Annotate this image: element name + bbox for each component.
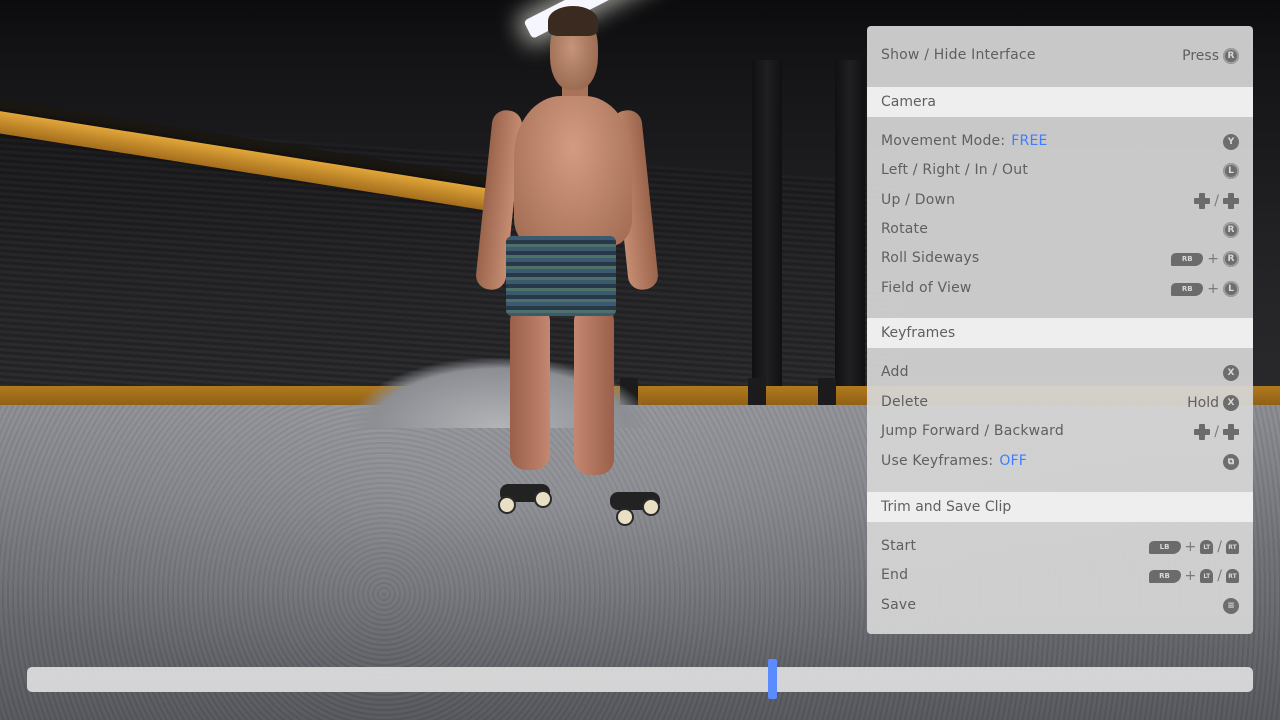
section-camera: Camera — [867, 87, 1253, 117]
right-stick-icon: R — [1223, 251, 1239, 267]
section-camera-title: Camera — [881, 94, 936, 110]
trim-end-label: End — [881, 567, 909, 583]
rb-bumper-icon: RB — [1171, 252, 1204, 266]
rotate-label: Rotate — [881, 221, 929, 237]
x-button-icon: X — [1223, 395, 1239, 411]
skateboard-wheel — [642, 498, 660, 516]
up-down-label: Up / Down — [881, 192, 956, 208]
field-of-view-row[interactable]: Field of View RB + L — [867, 274, 1253, 303]
roll-sideways-label: Roll Sideways — [881, 250, 980, 266]
plus-sign: + — [1207, 251, 1219, 267]
trim-end-row[interactable]: End RB + LT / RT — [867, 561, 1253, 590]
add-keyframe-label: Add — [881, 364, 909, 380]
dpad-icon — [1194, 424, 1211, 440]
rb-bumper-icon: RB — [1148, 569, 1181, 583]
dpad-icon — [1194, 193, 1211, 209]
use-keyframes-label: Use Keyframes: — [881, 453, 994, 469]
skater-character — [470, 0, 660, 530]
movement-mode-label: Movement Mode: — [881, 133, 1006, 149]
skater-hair — [548, 6, 598, 36]
rt-trigger-icon: RT — [1226, 569, 1239, 583]
toggle-interface-row[interactable]: Show / Hide Interface Press R — [867, 41, 1253, 70]
use-keyframes-value: OFF — [999, 453, 1028, 469]
movement-mode-value: FREE — [1011, 133, 1048, 149]
replay-editor-panel: Show / Hide Interface Press R Camera Mov… — [867, 26, 1253, 634]
rotate-row[interactable]: Rotate R — [867, 215, 1253, 244]
use-keyframes-row[interactable]: Use Keyframes: OFF ⧉ — [867, 447, 1253, 476]
section-keyframes: Keyframes — [867, 318, 1253, 348]
delete-keyframe-row[interactable]: Delete Hold X — [867, 388, 1253, 417]
dpad-icon — [1223, 193, 1239, 209]
add-keyframe-row[interactable]: Add X — [867, 358, 1253, 387]
dpad-icon — [1223, 424, 1239, 440]
skateboard-wheel — [498, 496, 516, 514]
lb-bumper-icon: LB — [1148, 540, 1181, 554]
skateboard-wheel — [534, 490, 552, 508]
plus-sign: + — [1207, 281, 1219, 297]
left-stick-icon: L — [1223, 281, 1239, 297]
replay-timeline[interactable] — [27, 667, 1253, 692]
section-trim-save: Trim and Save Clip — [867, 492, 1253, 522]
section-keyframes-title: Keyframes — [881, 325, 956, 341]
up-down-row[interactable]: Up / Down / — [867, 186, 1253, 215]
skateboard-wheel — [616, 508, 634, 526]
timeline-scrubber[interactable] — [768, 659, 778, 699]
pillar — [835, 60, 865, 420]
separator: / — [1217, 568, 1222, 584]
skater-leg — [510, 305, 550, 470]
press-text: Press — [1182, 48, 1219, 64]
save-clip-row[interactable]: Save ≡ — [867, 591, 1253, 620]
lt-trigger-icon: LT — [1200, 569, 1214, 583]
move-row[interactable]: Left / Right / In / Out L — [867, 156, 1253, 185]
lt-trigger-icon: LT — [1200, 540, 1214, 554]
skater-torso — [514, 96, 632, 246]
y-button-icon: Y — [1223, 134, 1239, 150]
save-clip-label: Save — [881, 597, 917, 613]
trim-start-label: Start — [881, 538, 917, 554]
skater-leg — [574, 305, 614, 475]
toggle-interface-control: Press R — [1182, 47, 1239, 65]
x-button-icon: X — [1223, 365, 1239, 381]
field-of-view-label: Field of View — [881, 280, 972, 296]
right-stick-icon: R — [1223, 222, 1239, 238]
hold-text: Hold — [1187, 395, 1219, 411]
pillar — [752, 60, 782, 420]
skater-shorts — [506, 236, 616, 316]
separator: / — [1214, 424, 1219, 440]
toggle-interface-label: Show / Hide Interface — [881, 47, 1036, 63]
view-button-icon: ⧉ — [1223, 454, 1239, 470]
jump-keyframe-row[interactable]: Jump Forward / Backward / — [867, 417, 1253, 446]
separator: / — [1214, 193, 1219, 209]
left-stick-icon: L — [1223, 163, 1239, 179]
section-trim-save-title: Trim and Save Clip — [881, 499, 1012, 515]
jump-keyframe-label: Jump Forward / Backward — [881, 423, 1064, 439]
separator: / — [1217, 539, 1222, 555]
rb-bumper-icon: RB — [1171, 282, 1204, 296]
move-label: Left / Right / In / Out — [881, 162, 1029, 178]
rt-trigger-icon: RT — [1226, 540, 1239, 554]
plus-sign: + — [1184, 539, 1197, 555]
right-stick-icon: R — [1223, 48, 1239, 64]
roll-sideways-row[interactable]: Roll Sideways RB + R — [867, 244, 1253, 273]
movement-mode-row[interactable]: Movement Mode: FREE Y — [867, 127, 1253, 156]
delete-keyframe-label: Delete — [881, 394, 929, 410]
menu-button-icon: ≡ — [1223, 598, 1239, 614]
plus-sign: + — [1184, 568, 1197, 584]
trim-start-row[interactable]: Start LB + LT / RT — [867, 532, 1253, 561]
